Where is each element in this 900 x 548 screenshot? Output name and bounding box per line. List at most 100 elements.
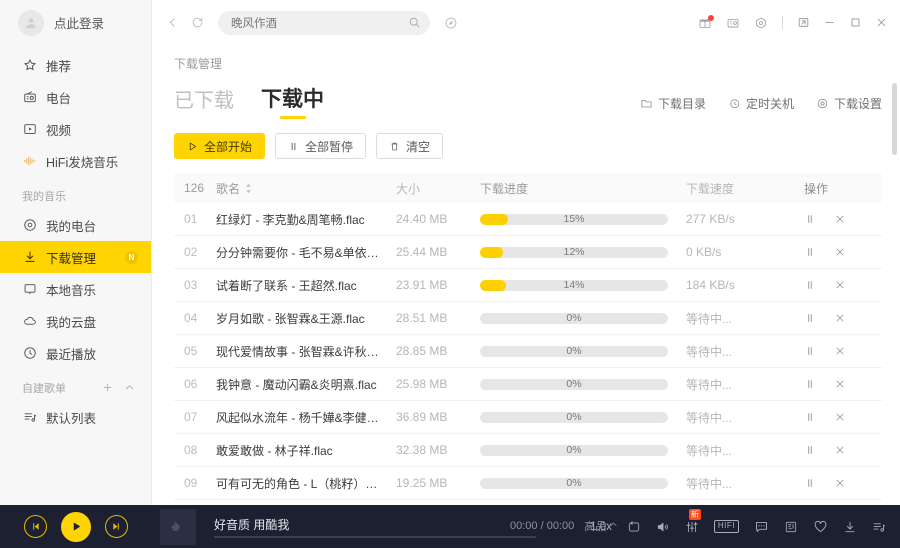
target-icon [22,218,37,233]
kuwo-music-window: 点此登录 推荐 电台 [0,0,900,548]
lyrics-icon[interactable] [784,520,798,534]
scheduled-shutdown-button[interactable]: 定时关机 [728,95,794,112]
row-progress: 0% [480,412,686,423]
tabs-row: 已下载 下载中 下载目录 定时关机 [174,79,882,119]
download-settings-button[interactable]: 下载设置 [816,95,882,112]
refresh-icon[interactable] [191,16,204,29]
breadcrumb: 下载管理 [174,45,882,72]
table-row[interactable]: 04岁月如歌 - 张智霖&王源.flac28.51 MB0%等待中... [174,302,882,335]
cloud-icon [22,314,37,329]
sidebar-item-radio[interactable]: 电台 [0,81,151,113]
hifi-button[interactable]: HIFI [714,520,739,533]
table-row[interactable]: 09可有可无的角色 - L（桃籽）&何文宇...19.25 MB0%等待中... [174,467,882,500]
button-label: 全部开始 [204,138,252,155]
action-label: 定时关机 [746,95,794,112]
row-pause-icon[interactable] [804,345,816,357]
table-row[interactable]: 08敢爱敢做 - 林子祥.flac32.38 MB0%等待中... [174,434,882,467]
row-pause-icon[interactable] [804,279,816,291]
sidebar-item-recently-played[interactable]: 最近播放 [0,337,151,369]
seek-bar[interactable] [214,536,536,538]
sort-icon[interactable] [244,183,253,194]
row-speed: 277 KB/s [686,212,804,226]
volume-icon[interactable] [656,520,670,534]
tab-downloaded[interactable]: 已下载 [174,84,234,119]
row-remove-icon[interactable] [834,246,846,258]
search-input[interactable] [231,17,408,29]
row-operations [804,444,882,456]
vertical-scrollbar[interactable] [892,83,897,548]
sidebar-item-default-playlist[interactable]: 默认列表 [0,401,151,433]
tab-downloading[interactable]: 下载中 [261,83,324,119]
row-remove-icon[interactable] [834,378,846,390]
comment-icon[interactable] [754,519,769,534]
compass-icon[interactable] [444,16,458,30]
table-row[interactable]: 05现代爱情故事 - 张智霖&许秋怡.flac28.85 MB0%等待中... [174,335,882,368]
sidebar-item-hifi[interactable]: HiFi发烧音乐 [0,145,151,177]
previous-track-icon[interactable] [24,515,47,538]
row-pause-icon[interactable] [804,213,816,225]
row-pause-icon[interactable] [804,246,816,258]
row-pause-icon[interactable] [804,444,816,456]
row-remove-icon[interactable] [834,345,846,357]
start-all-button[interactable]: 全部开始 [174,133,265,159]
row-pause-icon[interactable] [804,411,816,423]
sidebar-item-label: 电台 [46,88,71,107]
row-remove-icon[interactable] [834,444,846,456]
sidebar-item-local-music[interactable]: 本地音乐 [0,273,151,305]
gift-icon[interactable] [698,16,712,30]
sidebar: 点此登录 推荐 电台 [0,0,152,505]
maximize-icon[interactable] [849,16,862,29]
row-operations [804,312,882,324]
next-track-icon[interactable] [105,515,128,538]
heart-icon[interactable] [813,519,828,534]
row-song-name: 我钟意 - 魔动闪霸&炎明熹.flac [216,376,396,393]
download-icon[interactable] [843,520,857,534]
gear-icon[interactable] [754,16,768,30]
search-icon[interactable] [408,16,421,29]
row-pause-icon[interactable] [804,477,816,489]
download-directory-button[interactable]: 下载目录 [640,95,706,112]
row-remove-icon[interactable] [834,279,846,291]
sidebar-item-my-radio[interactable]: 我的电台 [0,209,151,241]
repeat-icon[interactable] [627,520,641,534]
divider [782,16,783,30]
table-header: 126 歌名 大小 下载进度 下载速度 操作 [174,173,882,203]
equalizer-icon[interactable]: 新 [685,520,699,534]
minimize-icon[interactable] [823,16,836,29]
row-remove-icon[interactable] [834,411,846,423]
sidebar-item-video[interactable]: 视频 [0,113,151,145]
search-box[interactable] [218,11,430,35]
table-row[interactable]: 03试着断了联系 - 王超然.flac23.91 MB14%184 KB/s [174,269,882,302]
row-remove-icon[interactable] [834,477,846,489]
sidebar-item-cloud-disk[interactable]: 我的云盘 [0,305,151,337]
table-row[interactable]: 06我钟意 - 魔动闪霸&炎明熹.flac25.98 MB0%等待中... [174,368,882,401]
miniplayer-icon[interactable] [797,16,810,29]
album-art-icon[interactable] [160,509,196,545]
row-pause-icon[interactable] [804,312,816,324]
close-icon[interactable] [875,16,888,29]
table-row[interactable]: 07风起似水流年 - 杨千嬅&李健.flac36.89 MB0%等待中... [174,401,882,434]
chevron-up-icon [609,520,618,532]
play-icon[interactable] [61,512,91,542]
clear-button[interactable]: 清空 [376,133,443,159]
login-area[interactable]: 点此登录 [0,0,151,45]
row-index: 05 [174,344,216,358]
sidebar-item-recommend[interactable]: 推荐 [0,49,151,81]
scrollbar-thumb[interactable] [892,83,897,155]
plus-icon[interactable] [102,382,113,395]
sidebar-item-download-manager[interactable]: 下载管理 N [0,241,151,273]
quality-selector[interactable]: 高品 [584,518,618,534]
table-row[interactable]: 02分分钟需要你 - 毛不易&单依纯.flac25.44 MB12%0 KB/s [174,236,882,269]
row-pause-icon[interactable] [804,378,816,390]
header-song-name[interactable]: 歌名 [216,180,396,197]
chevron-up-icon[interactable] [124,382,135,395]
table-row[interactable]: 01红绿灯 - 李克勤&周笔畅.flac24.40 MB15%277 KB/s [174,203,882,236]
playlist-icon[interactable] [872,520,886,534]
radio-icon [22,90,37,105]
row-operations [804,477,882,489]
row-remove-icon[interactable] [834,213,846,225]
chevron-left-icon[interactable] [166,16,179,29]
message-icon[interactable] [726,16,740,30]
pause-all-button[interactable]: 全部暂停 [275,133,366,159]
row-remove-icon[interactable] [834,312,846,324]
